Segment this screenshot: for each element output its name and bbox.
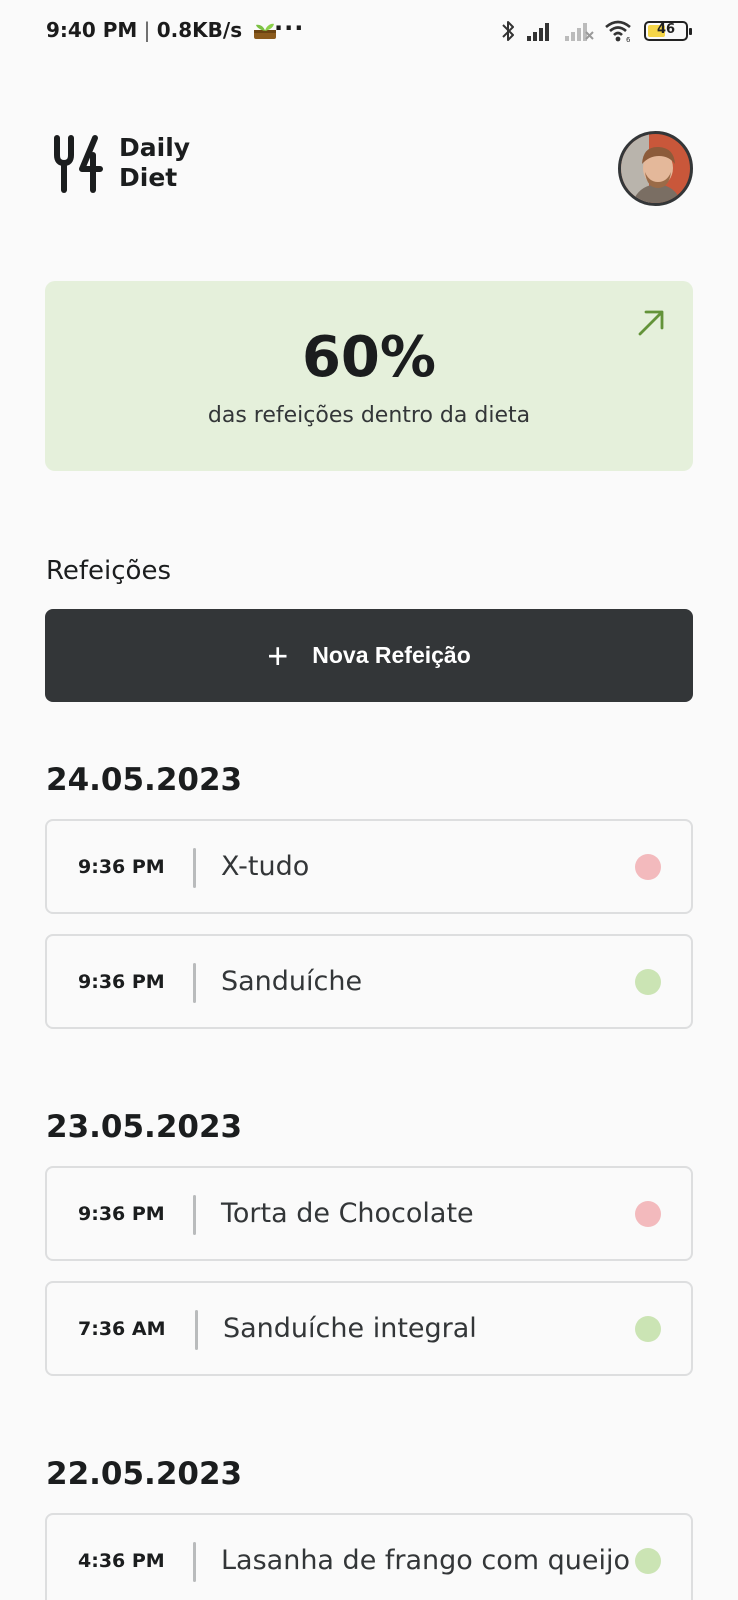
meal-time: 7:36 AM (78, 1317, 166, 1340)
meal-list-item[interactable]: 7:36 AM Sanduíche integral (45, 1281, 693, 1376)
status-left: 9:40 PM | 0.8KB/s (46, 18, 277, 42)
status-separator: | (137, 18, 157, 42)
logo-text-line-2: Diet (119, 163, 178, 192)
meal-time: 9:36 PM (78, 1202, 165, 1225)
day-date-title: 24.05.2023 (46, 762, 243, 798)
app-screen: 9:40 PM | 0.8KB/s ··· 6 46 Daily Diet 60… (0, 0, 738, 1600)
wifi-icon: 6 (605, 20, 631, 43)
diet-status-dot (635, 853, 661, 880)
arrow-up-right-icon[interactable] (635, 307, 667, 339)
logo-text: Daily Diet (119, 133, 190, 193)
diet-percentage-caption: das refeições dentro da dieta (207, 403, 531, 428)
meal-name: Lasanha de frango com queijo (221, 1545, 631, 1576)
battery-icon: 46 (644, 21, 692, 41)
meal-name: X-tudo (221, 851, 310, 882)
battery-level: 46 (656, 22, 676, 37)
diet-status-dot (635, 1200, 661, 1227)
svg-text:6: 6 (626, 36, 631, 43)
logo-text-line-1: Daily (119, 133, 191, 162)
meal-list-item[interactable]: 9:36 PM X-tudo (45, 819, 693, 914)
battery-tip (689, 28, 692, 35)
system-icons: 6 46 (500, 18, 692, 44)
status-bar: 9:40 PM | 0.8KB/s ··· 6 46 (0, 0, 738, 62)
diet-status-dot (635, 1315, 661, 1342)
signal-no-sim-icon (565, 23, 594, 41)
meal-time: 4:36 PM (78, 1549, 165, 1572)
new-meal-button[interactable]: + Nova Refeição (45, 609, 693, 702)
meal-name: Torta de Chocolate (221, 1198, 474, 1229)
signal-strength-icon (527, 23, 549, 41)
meal-list-item[interactable]: 9:36 PM Sanduíche (45, 934, 693, 1029)
status-time: 9:40 PM (46, 18, 138, 42)
new-meal-label: Nova Refeição (312, 642, 471, 668)
meal-name: Sanduíche integral (223, 1313, 477, 1344)
day-date-title: 22.05.2023 (46, 1456, 243, 1492)
app-logo: Daily Diet (53, 133, 190, 193)
meal-time: 9:36 PM (78, 970, 165, 993)
meals-section-title: Refeições (46, 556, 172, 586)
day-date-title: 23.05.2023 (46, 1109, 243, 1145)
meal-divider (193, 963, 196, 1003)
meal-list-item[interactable]: 9:36 PM Torta de Chocolate (45, 1166, 693, 1261)
meal-divider (193, 848, 196, 888)
fork-knife-logo-icon (54, 135, 103, 193)
status-net-speed: 0.8KB/s (156, 18, 243, 42)
diet-stats-card[interactable]: 60% das refeições dentro da dieta (45, 281, 693, 471)
meal-divider (193, 1195, 196, 1235)
user-avatar[interactable] (618, 131, 693, 206)
meal-divider (195, 1310, 198, 1350)
bluetooth-icon (502, 21, 514, 41)
diet-status-dot (635, 968, 661, 995)
meal-time: 9:36 PM (78, 855, 165, 878)
diet-status-dot (635, 1547, 661, 1574)
more-notifications-icon: ··· (274, 14, 305, 42)
meal-list-item[interactable]: 4:36 PM Lasanha de frango com queijo (45, 1513, 693, 1600)
plus-icon: + (267, 634, 289, 676)
user-photo-icon (621, 134, 690, 203)
diet-percentage: 60% (301, 325, 437, 390)
meal-divider (193, 1542, 196, 1582)
meal-name: Sanduíche (221, 966, 363, 997)
